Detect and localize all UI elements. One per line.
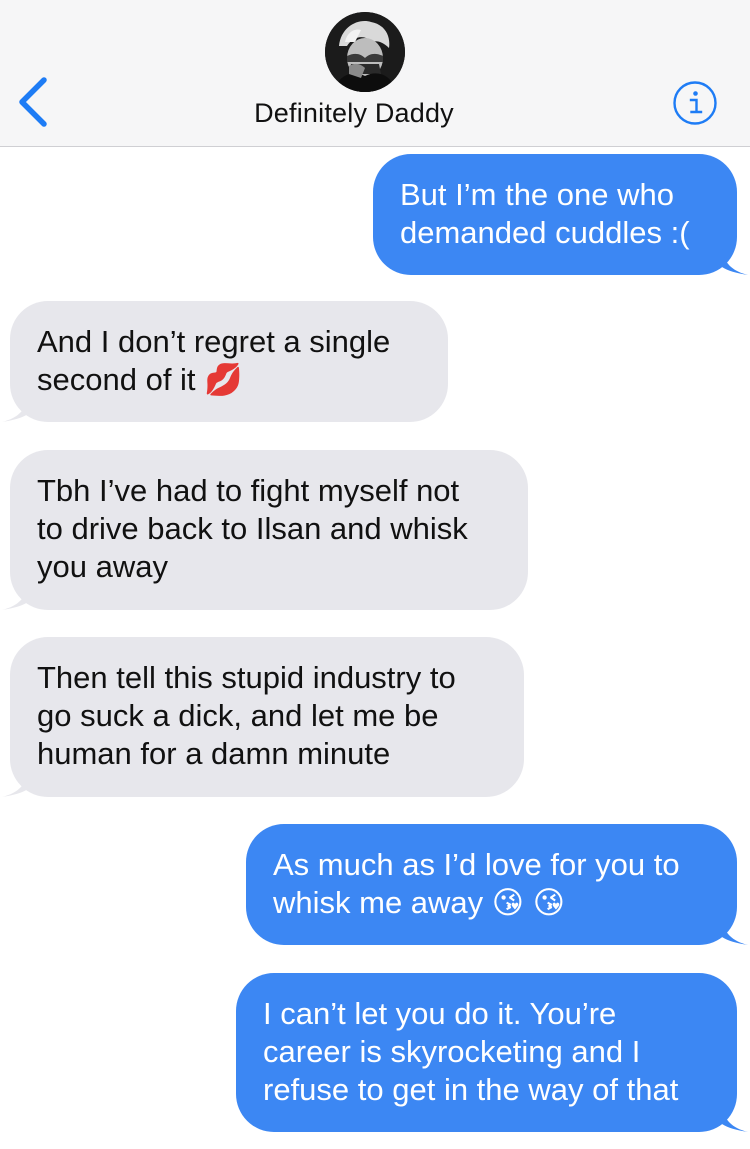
incoming-bubble-tail xyxy=(2,771,28,797)
incoming-bubble-tail xyxy=(2,584,28,610)
incoming-message-bubble[interactable]: Tbh I’ve had to fight myself not to driv… xyxy=(10,450,528,610)
conversation-header: Definitely Daddy xyxy=(0,0,750,147)
message-list: But I’m the one who demanded cuddles :( … xyxy=(0,147,750,1149)
outgoing-bubble-tail xyxy=(722,249,748,275)
outgoing-message-bubble[interactable]: As much as I’d love for you to whisk me … xyxy=(246,824,737,945)
info-icon xyxy=(673,81,717,125)
contact-name[interactable]: Definitely Daddy xyxy=(0,98,708,129)
incoming-message-bubble[interactable]: Then tell this stupid industry to go suc… xyxy=(10,637,524,797)
info-button[interactable] xyxy=(672,80,718,126)
outgoing-bubble-tail xyxy=(722,1106,748,1132)
incoming-bubble-tail xyxy=(2,396,28,422)
avatar[interactable] xyxy=(325,12,405,92)
contact-photo xyxy=(325,12,405,92)
outgoing-message-bubble[interactable]: I can’t let you do it. You’re career is … xyxy=(236,973,737,1132)
incoming-message-bubble[interactable]: And I don’t regret a single second of it… xyxy=(10,301,448,422)
outgoing-message-bubble[interactable]: But I’m the one who demanded cuddles :( xyxy=(373,154,737,275)
outgoing-bubble-tail xyxy=(722,919,748,945)
